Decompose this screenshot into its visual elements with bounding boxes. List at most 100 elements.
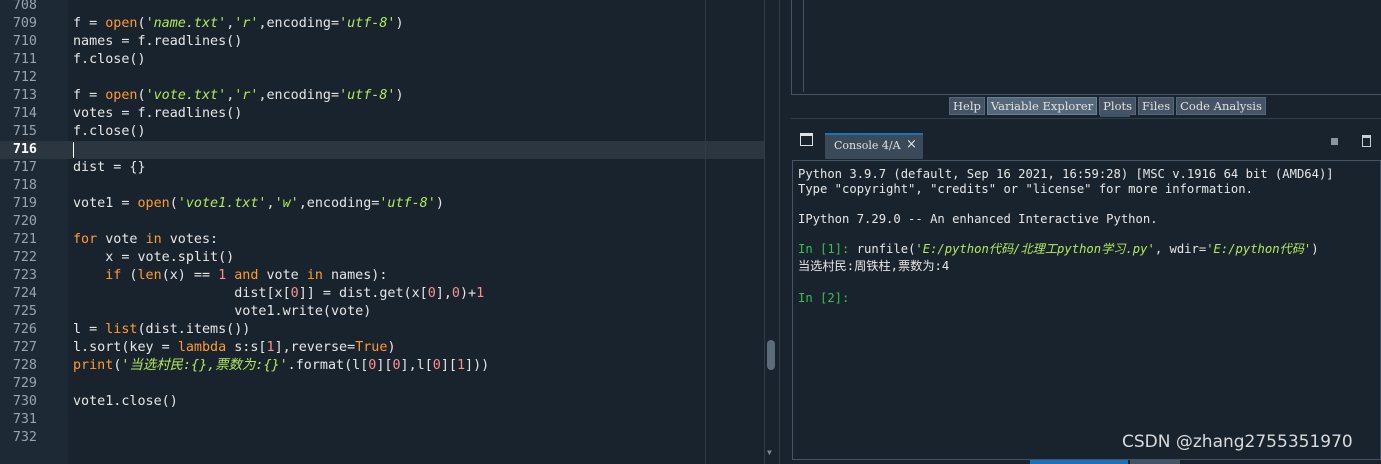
code-line[interactable]: 732 <box>0 429 764 447</box>
code-token: ( <box>137 16 146 31</box>
code-line[interactable]: 718 <box>0 177 764 195</box>
code-token: f.close() <box>73 52 146 67</box>
code-token: in <box>306 268 323 283</box>
console-tab-label[interactable]: Console 4/A <box>834 139 901 152</box>
code-token: ]] = dist.get(x[ <box>298 286 428 301</box>
code-line[interactable]: 717 dist = {} <box>0 159 764 177</box>
code-token: 'r' <box>234 16 259 31</box>
code-token: 'name.txt' <box>145 16 227 31</box>
tab-code-analysis[interactable]: Code Analysis <box>1176 97 1266 115</box>
code-line[interactable]: 725 vote1.write(vote) <box>0 303 764 321</box>
splitter-handle[interactable] <box>1100 114 1130 117</box>
console-cmd-fn: runfile( <box>856 242 916 256</box>
code-token: vote1.write(vote) <box>73 304 372 319</box>
code-line[interactable]: 713 f = open('vote.txt','r',encoding='utf… <box>0 87 764 105</box>
line-number: 708 <box>12 0 37 13</box>
code-token: vote <box>258 268 307 283</box>
code-token: ) <box>395 16 404 31</box>
code-token: 'utf-8' <box>339 88 396 103</box>
code-area[interactable]: 708 709 f = open('name.txt','r',encoding='… <box>0 0 764 447</box>
code-line[interactable]: 710 names = f.readlines() <box>0 33 764 51</box>
line-number: 710 <box>12 34 37 49</box>
code-text: vote1.write(vote) <box>73 303 371 321</box>
trash-icon[interactable] <box>1362 135 1371 147</box>
line-number: 724 <box>12 286 37 301</box>
code-text: for vote in votes: <box>73 231 218 249</box>
console-prompt: In [2]: <box>798 291 850 305</box>
code-line[interactable]: 729 <box>0 375 764 393</box>
code-token: list <box>105 322 138 337</box>
line-number: 717 <box>12 160 37 175</box>
code-token: 'utf-8' <box>339 16 396 31</box>
code-line[interactable]: 731 <box>0 411 764 429</box>
code-token: for <box>73 232 98 247</box>
code-text: dist = {} <box>73 159 146 177</box>
code-line[interactable]: 711 f.close() <box>0 51 764 69</box>
editor-scrollbar[interactable] <box>764 0 779 464</box>
code-token: open <box>105 88 138 103</box>
line-number: 725 <box>12 304 37 319</box>
console-output-line: 当选村民:周铁柱,票数为:4 <box>798 259 950 273</box>
console-input-line[interactable]: In [2]: <box>798 289 849 307</box>
line-number: 729 <box>12 376 37 391</box>
code-token: open <box>105 16 138 31</box>
code-token: 0 <box>290 286 299 301</box>
code-text: l = list(dist.items()) <box>73 321 250 339</box>
code-token: if <box>105 268 122 283</box>
editor-scrollbar-thumb[interactable] <box>767 340 775 370</box>
code-line[interactable]: 721 for vote in votes: <box>0 231 764 249</box>
code-token: ( <box>169 196 178 211</box>
scroll-down-arrow-icon[interactable]: ▼ <box>767 448 772 457</box>
tab-help[interactable]: Help <box>949 97 985 115</box>
line-number: 723 <box>12 268 37 283</box>
line-number: 730 <box>12 394 37 409</box>
code-token: print <box>73 358 114 373</box>
code-token: 1 <box>456 358 466 373</box>
line-number: 719 <box>12 196 37 211</box>
code-line[interactable]: 726 l = list(dist.items()) <box>0 321 764 339</box>
code-token: l.sort(key = <box>73 340 178 355</box>
tab-plots[interactable]: Plots <box>1099 97 1137 115</box>
code-token: (dist.items()) <box>137 322 251 337</box>
tab-files[interactable]: Files <box>1138 97 1175 115</box>
code-token: ( <box>121 268 138 283</box>
code-token: 0 <box>392 358 401 373</box>
code-token: 'vote1.txt' <box>177 196 267 211</box>
code-token: )+ <box>459 286 477 301</box>
code-token: f.close() <box>73 124 146 139</box>
code-line[interactable]: 715 f.close() <box>0 123 764 141</box>
browse-tabs-icon[interactable] <box>800 133 813 146</box>
code-line[interactable]: 716 <box>0 141 764 159</box>
status-tab-indicator <box>1130 460 1180 464</box>
code-text: f.close() <box>73 123 146 141</box>
code-line[interactable]: 714 votes = f.readlines() <box>0 105 764 123</box>
code-line[interactable]: 708 <box>0 0 764 15</box>
code-line[interactable]: 712 <box>0 69 764 87</box>
line-number: 721 <box>12 232 37 247</box>
code-line[interactable]: 723 if (len(x) == 1 and vote in names): <box>0 267 764 285</box>
tab-variable-explorer[interactable]: Variable Explorer <box>986 97 1098 115</box>
code-line[interactable]: 728 print('当选村民:{},票数为:{}'.format(l[0][0]… <box>0 357 764 375</box>
code-line[interactable]: 730 vote1.close() <box>0 393 764 411</box>
code-line[interactable]: 719 vote1 = open('vote1.txt','w',encoding… <box>0 195 764 213</box>
code-token: ][ <box>376 358 393 373</box>
code-editor[interactable]: 708 709 f = open('name.txt','r',encoding='… <box>0 0 764 464</box>
code-token: 'r' <box>234 88 259 103</box>
close-icon[interactable]: × <box>906 137 917 152</box>
code-line[interactable]: 722 x = vote.split() <box>0 249 764 267</box>
pane-tab-bar: Help Variable Explorer Plots Files Code Anal… <box>949 97 1266 115</box>
code-line[interactable]: 727 l.sort(key = lambda s:s[1],reverse=Tr… <box>0 339 764 357</box>
stop-kernel-icon[interactable] <box>1331 138 1338 145</box>
code-line[interactable]: 720 <box>0 213 764 231</box>
ipython-console[interactable] <box>792 160 1381 460</box>
code-text: x = vote.split() <box>73 249 234 267</box>
line-number: 728 <box>12 358 37 373</box>
code-line[interactable]: 724 dist[x[0]] = dist.get(x[0],0)+1 <box>0 285 764 303</box>
code-token: ],l[ <box>400 358 433 373</box>
variable-explorer-pane <box>791 0 1381 95</box>
code-line[interactable]: 709 f = open('name.txt','r',encoding='utf… <box>0 15 764 33</box>
code-token: votes = f.readlines() <box>73 106 243 121</box>
line-number: 727 <box>12 340 37 355</box>
code-token: f = <box>73 16 106 31</box>
